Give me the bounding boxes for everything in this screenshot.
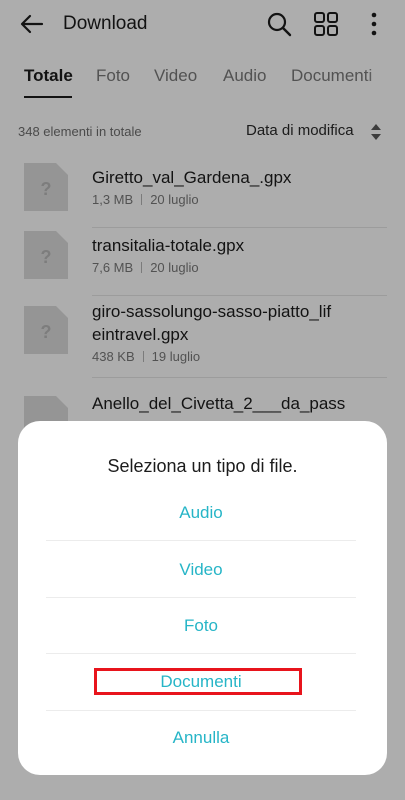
dialog-title: Seleziona un tipo di file. xyxy=(107,456,298,476)
option-divider xyxy=(46,653,356,654)
option-foto[interactable]: Foto xyxy=(46,616,356,636)
option-video[interactable]: Video xyxy=(46,560,356,580)
highlight-box xyxy=(94,668,302,695)
option-divider xyxy=(46,597,356,598)
option-audio[interactable]: Audio xyxy=(46,503,356,523)
cancel-button[interactable]: Annulla xyxy=(46,728,356,748)
option-divider xyxy=(46,540,356,541)
option-divider xyxy=(46,710,356,711)
file-type-dialog: Seleziona un tipo di file. Audio Video F… xyxy=(18,421,387,775)
